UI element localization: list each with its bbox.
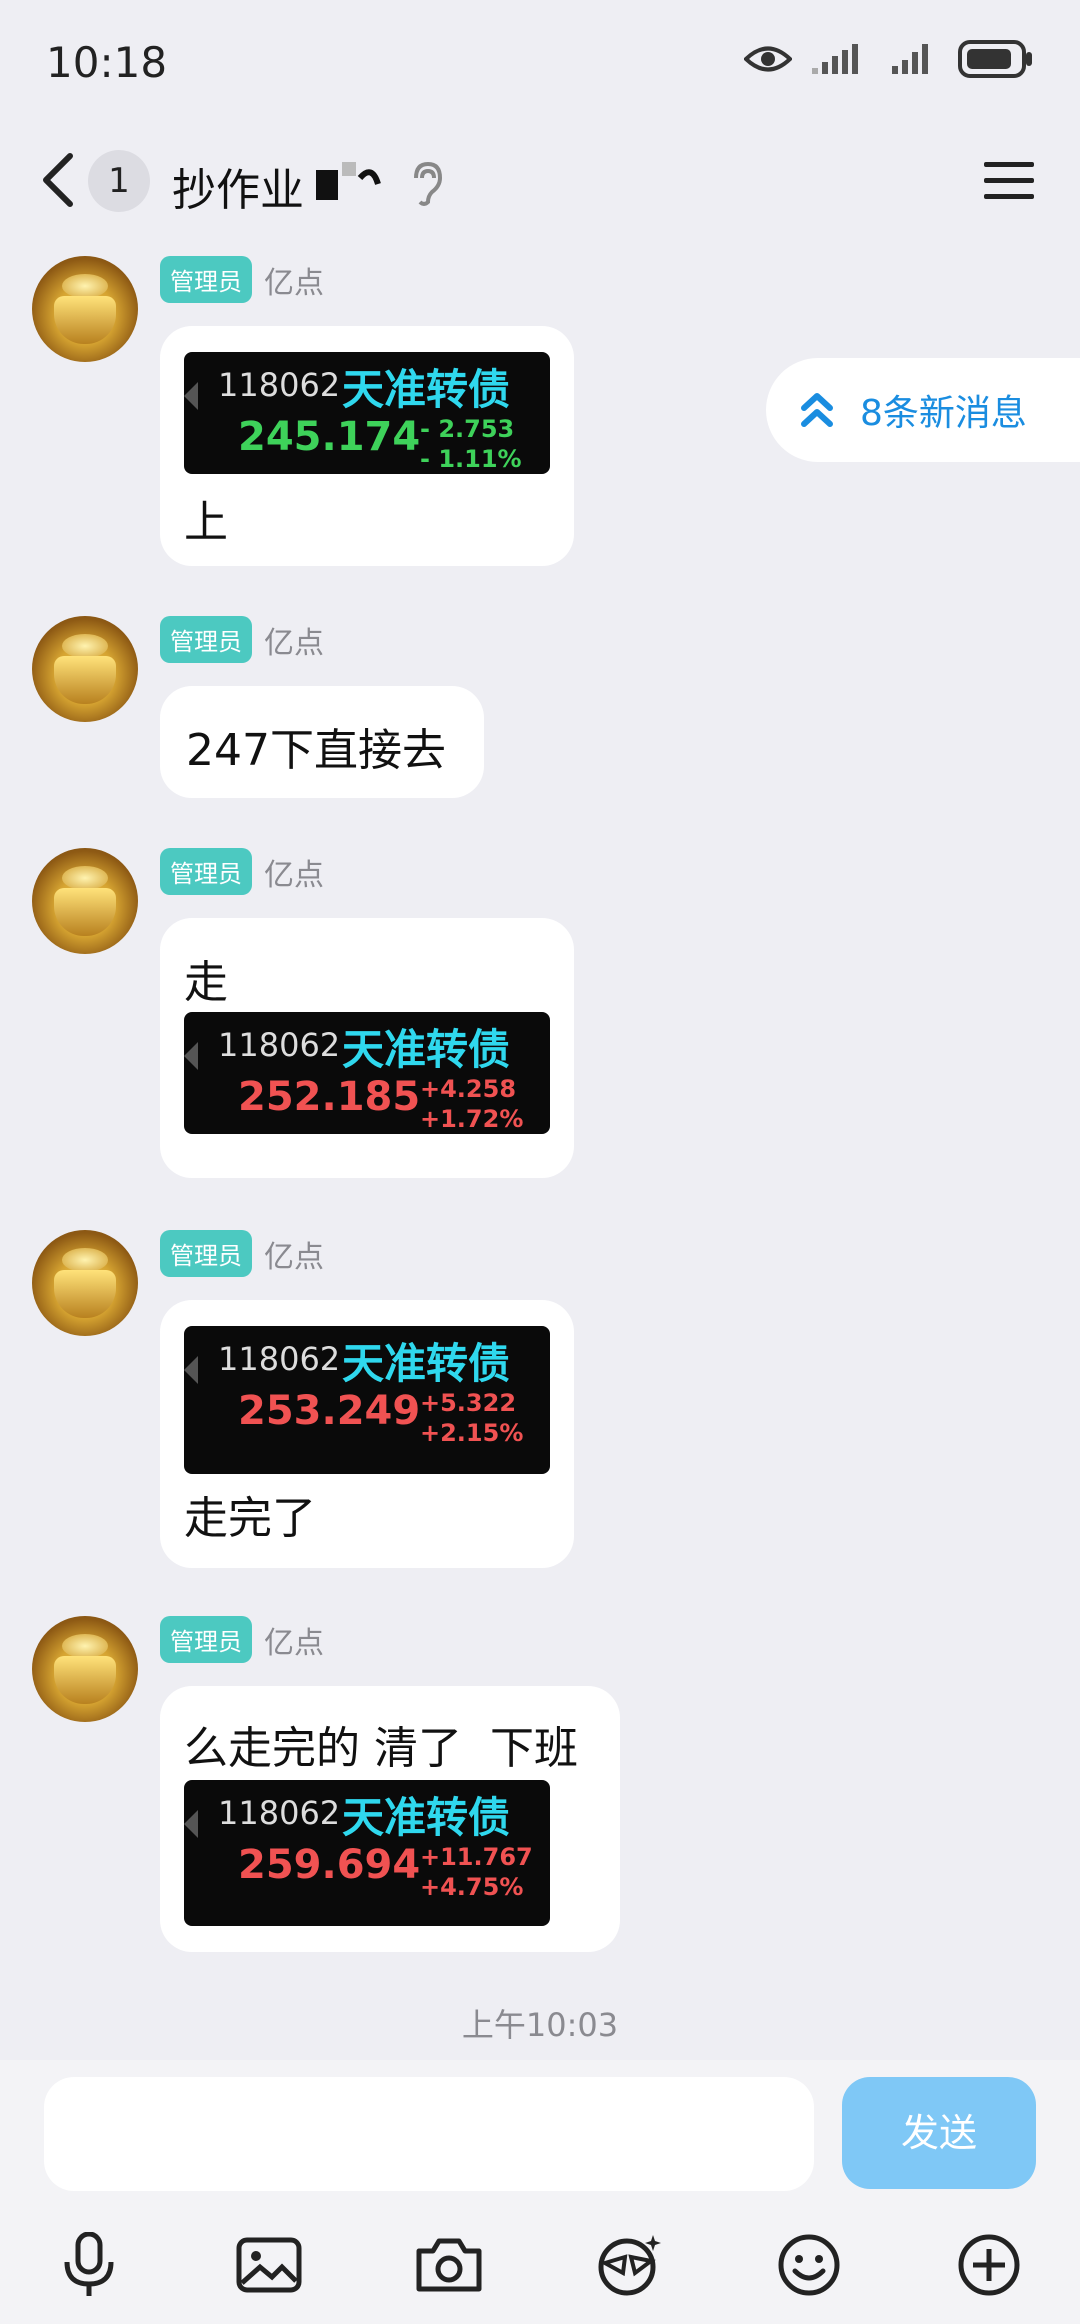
message-bubble[interactable]: 118062 天准转债 245.174 - 2.753 - 1.11% 上 (160, 326, 574, 566)
plus-icon[interactable] (944, 2220, 1034, 2310)
stock-name: 天准转债 (342, 1025, 511, 1074)
image-icon[interactable] (224, 2220, 314, 2310)
avatar[interactable] (32, 1230, 138, 1336)
sender-name: 亿点 (264, 857, 324, 893)
stock-code: 118062 (218, 1794, 341, 1832)
stock-change: +11.767 +4.75% (420, 1842, 533, 1902)
avatar[interactable] (32, 848, 138, 954)
avatar[interactable] (32, 1616, 138, 1722)
stock-change: - 2.753 - 1.11% (420, 414, 522, 474)
message-bubble[interactable]: 118062 天准转债 253.249 +5.322 +2.15% 走完了 (160, 1300, 574, 1568)
left-arrow-icon (184, 1356, 198, 1384)
status-time: 10:18 (46, 38, 168, 87)
message-text: 走完了 (184, 1493, 316, 1544)
camera-icon[interactable] (404, 2220, 494, 2310)
new-messages-button[interactable]: 8条新消息 (766, 358, 1080, 462)
sender-row: 管理员 亿点 (160, 848, 324, 895)
sender-row: 管理员 亿点 (160, 256, 324, 303)
message-text: 上 (184, 497, 228, 548)
unread-count-badge[interactable]: 1 (88, 150, 150, 212)
ear-icon[interactable] (410, 162, 444, 206)
sender-row: 管理员 亿点 (160, 1230, 324, 1277)
stock-change-value: +4.258 (420, 1075, 517, 1103)
stock-change-value: +11.767 (420, 1843, 533, 1871)
stock-card[interactable]: 118062 天准转债 245.174 - 2.753 - 1.11% (184, 352, 550, 474)
avatar[interactable] (32, 616, 138, 722)
avatar[interactable] (32, 256, 138, 362)
stock-code: 118062 (218, 1026, 341, 1064)
role-badge: 管理员 (160, 616, 252, 663)
message-bubble[interactable]: 么走完的 清了 下班 118062 天准转债 259.694 +11.767 +… (160, 1686, 620, 1952)
stock-change: +4.258 +1.72% (420, 1074, 523, 1134)
stock-code: 118062 (218, 1340, 341, 1378)
stock-name: 天准转债 (342, 365, 511, 414)
stock-price: 259.694 (238, 1842, 421, 1888)
sender-name: 亿点 (264, 265, 324, 301)
back-arrow-icon[interactable] (38, 150, 78, 210)
role-badge: 管理员 (160, 1230, 252, 1277)
status-bar: 10:18 (0, 0, 1080, 130)
new-messages-label: 8条新消息 (860, 393, 1027, 434)
stock-price: 253.249 (238, 1388, 421, 1434)
status-icons (744, 40, 1034, 78)
stock-price: 245.174 (238, 414, 421, 460)
stock-card[interactable]: 118062 天准转债 252.185 +4.258 +1.72% (184, 1012, 550, 1134)
chat-title[interactable]: 抄作业 (172, 154, 304, 218)
stock-code: 118062 (218, 366, 341, 404)
stock-name: 天准转债 (342, 1339, 511, 1388)
menu-icon[interactable] (984, 160, 1034, 200)
left-arrow-icon (184, 1810, 198, 1838)
sender-name: 亿点 (264, 1239, 324, 1275)
message-input[interactable] (44, 2077, 814, 2191)
stock-card[interactable]: 118062 天准转债 259.694 +11.767 +4.75% (184, 1780, 550, 1926)
message-timestamp: 上午10:03 (461, 2006, 619, 2044)
input-toolbar (0, 2220, 1080, 2310)
sticker-icon[interactable] (584, 2220, 674, 2310)
sender-row: 管理员 亿点 (160, 616, 324, 663)
message-text: 247下直接去 (186, 725, 446, 776)
sender-name: 亿点 (264, 1625, 324, 1661)
message-bubble[interactable]: 247下直接去 (160, 686, 484, 798)
stock-change: +5.322 +2.15% (420, 1388, 523, 1448)
eye-icon (744, 46, 792, 72)
stock-change-pct: +1.72% (420, 1105, 524, 1133)
sender-row: 管理员 亿点 (160, 1616, 324, 1663)
redaction-mark (316, 162, 381, 200)
role-badge: 管理员 (160, 848, 252, 895)
stock-change-pct: - 1.11% (420, 445, 522, 473)
sender-name: 亿点 (264, 625, 324, 661)
battery-icon (958, 40, 1032, 78)
left-arrow-icon (184, 382, 198, 410)
message-text: 么走完的 清了 下班 (184, 1723, 578, 1774)
message-text: 走 (184, 957, 228, 1008)
role-badge: 管理员 (160, 256, 252, 303)
double-chevron-up-icon (801, 393, 833, 427)
stock-card[interactable]: 118062 天准转债 253.249 +5.322 +2.15% (184, 1326, 550, 1474)
message-bubble[interactable]: 走 118062 天准转债 252.185 +4.258 +1.72% (160, 918, 574, 1178)
left-arrow-icon (184, 1042, 198, 1070)
stock-change-pct: +4.75% (420, 1873, 524, 1901)
stock-change-value: +5.322 (420, 1389, 517, 1417)
chat-header: 1 抄作业 (0, 130, 1080, 230)
role-badge: 管理员 (160, 1616, 252, 1663)
input-bar: 发送 (0, 2060, 1080, 2324)
send-button[interactable]: 发送 (842, 2077, 1036, 2189)
emoji-icon[interactable] (764, 2220, 854, 2310)
signal-icon (812, 44, 858, 74)
stock-name: 天准转债 (342, 1793, 511, 1842)
signal-icon-2 (892, 44, 928, 74)
stock-change-pct: +2.15% (420, 1419, 524, 1447)
stock-price: 252.185 (238, 1074, 421, 1120)
microphone-icon[interactable] (44, 2220, 134, 2310)
stock-change-value: - 2.753 (420, 415, 515, 443)
